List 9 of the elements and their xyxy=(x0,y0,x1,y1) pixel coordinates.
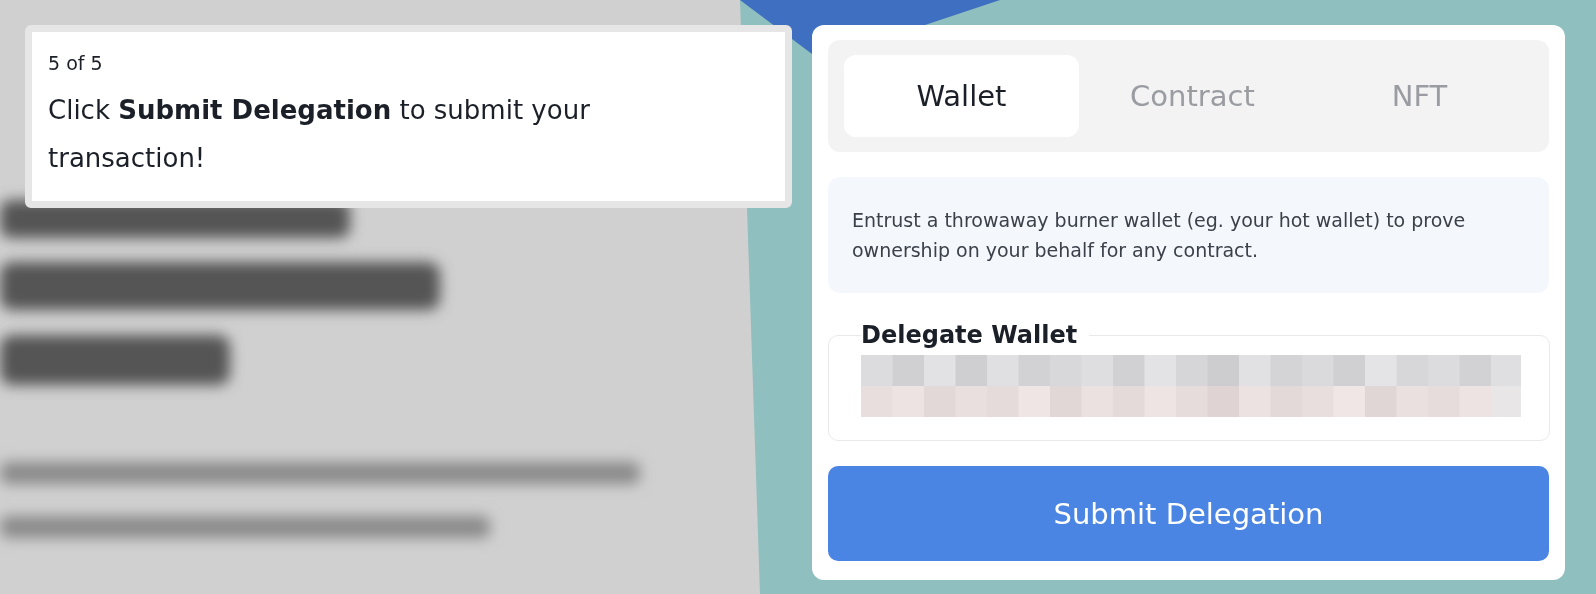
tab[interactable]: NFT xyxy=(1306,55,1533,137)
tab[interactable]: Wallet xyxy=(844,55,1079,137)
tab[interactable]: Contract xyxy=(1079,55,1306,137)
field-label: Delegate Wallet xyxy=(861,321,1079,349)
submit-button[interactable]: Submit Delegation xyxy=(828,466,1549,561)
step-counter: 5 of 5 xyxy=(48,52,104,74)
info-text: Entrust a throwaway burner wallet (eg. your hot wallet) to prove ownership on your behalf for any contract. xyxy=(828,177,1549,293)
tooltip-message: Click Submit Delegation to submit your transaction! xyxy=(48,94,591,175)
delegate-wallet-field[interactable]: Delegate Wallet xyxy=(828,321,1550,441)
